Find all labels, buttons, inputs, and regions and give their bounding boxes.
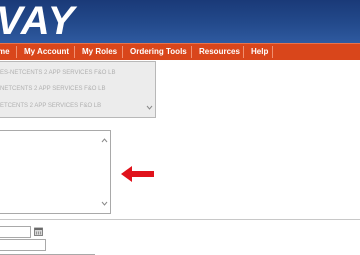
role-list-option[interactable]: NETCENTS 2 APP SERVICES F&O LB <box>0 86 105 92</box>
nav-separator <box>74 46 75 58</box>
nav-separator <box>16 46 17 58</box>
nav-item-my-roles[interactable]: My Roles <box>82 44 117 60</box>
calendar-icon[interactable] <box>34 227 43 236</box>
role-list-option[interactable]: ES-NETCENTS 2 APP SERVICES F&O LB <box>0 70 115 76</box>
nav-item-home[interactable]: me <box>0 44 10 60</box>
nav-item-help[interactable]: Help <box>251 44 268 60</box>
nav-separator <box>243 46 244 58</box>
section-divider <box>0 219 360 220</box>
chevron-down-icon[interactable] <box>146 104 153 111</box>
arrow-left-icon <box>121 166 154 182</box>
role-listbox[interactable]: ES-NETCENTS 2 APP SERVICES F&O LB NETCEN… <box>0 61 156 118</box>
comments-textarea[interactable] <box>0 130 111 214</box>
nav-item-ordering-tools[interactable]: Ordering Tools <box>130 44 187 60</box>
chevron-down-icon[interactable] <box>101 201 108 207</box>
nav-separator <box>191 46 192 58</box>
role-list-option[interactable]: ETCENTS 2 APP SERVICES F&O LB <box>0 103 101 109</box>
nav-item-resources[interactable]: Resources <box>199 44 240 60</box>
text-field[interactable] <box>0 239 46 251</box>
nav-item-my-account[interactable]: My Account <box>24 44 69 60</box>
nav-separator <box>272 46 273 58</box>
date-field[interactable] <box>0 226 31 238</box>
nav-separator <box>122 46 123 58</box>
chevron-up-icon[interactable] <box>101 137 108 143</box>
main-nav-bar: me My Account My Roles Ordering Tools Re… <box>0 43 360 60</box>
header-banner: VAY <box>0 0 360 43</box>
site-logo: VAY <box>0 0 76 43</box>
